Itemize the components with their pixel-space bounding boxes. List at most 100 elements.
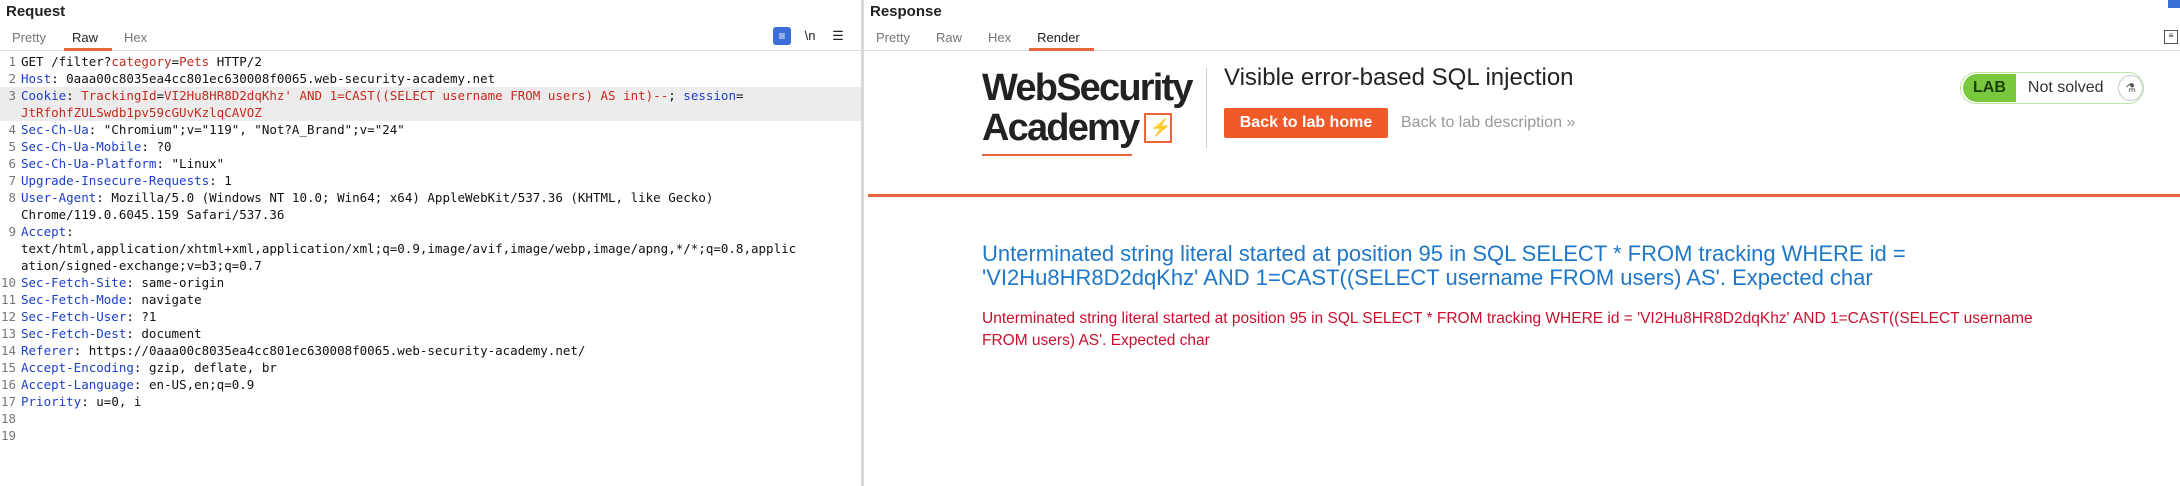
academy-logo[interactable]: WebSecurity Academy [982,68,1194,158]
lab-title: Visible error-based SQL injection [1224,64,1574,91]
code-token: GET /filter? [21,54,112,69]
back-to-lab-home-button[interactable]: Back to lab home [1224,108,1388,138]
code-token: Sec-Fetch-User [21,309,127,324]
code-token: Cookie [21,88,67,103]
line-number: 12 [0,309,16,324]
logo-divider [1206,68,1207,148]
code-line-content: Sec-Fetch-User: ?1 [21,308,861,325]
layout-icon[interactable]: ≡ [2164,30,2178,44]
line-number [0,206,21,223]
code-line[interactable]: ation/signed-exchange;v=b3;q=0.7 [0,257,861,274]
code-line[interactable]: 19 [0,427,861,444]
code-line-content: Accept: [21,223,861,240]
code-line-content: Upgrade-Insecure-Requests: 1 [21,172,861,189]
logo-bolt-icon [1144,113,1173,143]
code-token: JtRfohfZULSwdb1pv59cGUvKzlqCAVOZ [21,105,262,120]
code-line-content: Cookie: TrackingId=VI2Hu8HR8D2dqKhz' AND… [21,87,861,104]
request-tab-raw[interactable]: Raw [63,26,116,51]
wrap-toggle-icon[interactable]: ≡ [773,27,791,45]
panel-toggle-icon[interactable] [2168,0,2180,8]
code-token: = [171,54,180,69]
code-token: session [683,88,736,103]
code-token: : ?0 [141,139,172,154]
code-token: ; [668,88,684,103]
code-token: : 1 [209,173,232,188]
response-tab-hex[interactable]: Hex [980,26,1029,50]
code-token: Accept-Encoding [21,360,134,375]
line-number: 15 [0,360,16,375]
code-line[interactable]: 17 Priority: u=0, i [0,393,861,410]
code-line[interactable]: text/html,application/xhtml+xml,applicat… [0,240,861,257]
code-line-content: Sec-Ch-Ua-Mobile: ?0 [21,138,861,155]
code-line[interactable]: 1 GET /filter?category=Pets HTTP/2 [0,53,861,70]
response-tab-render[interactable]: Render [1029,26,1098,51]
code-token: : en-US,en;q=0.9 [133,377,255,392]
code-line[interactable]: 9 Accept: [0,223,861,240]
code-line[interactable]: 8 User-Agent: Mozilla/5.0 (Windows NT 10.… [0,189,861,206]
code-line[interactable]: 2 Host: 0aaa00c8035ea4cc801ec630008f0065.… [0,70,861,87]
line-number: 3 [8,88,16,103]
code-line[interactable]: 4 Sec-Ch-Ua: "Chromium";v="119", "Not?A_B… [0,121,861,138]
code-line[interactable]: 6 Sec-Ch-Ua-Platform: "Linux" [0,155,861,172]
code-token: : document [126,326,202,341]
code-line-content [21,427,861,444]
code-token: text/html,application/xhtml+xml,applicat… [21,241,797,256]
back-to-lab-description-link[interactable]: Back to lab description » [1401,114,1575,132]
code-line[interactable]: 15 Accept-Encoding: gzip, deflate, br [0,359,861,376]
code-token: Referer [21,343,74,358]
code-token: : same-origin [126,275,225,290]
code-line[interactable]: 13 Sec-Fetch-Dest: document [0,325,861,342]
line-number [0,104,21,121]
code-token: : "Linux" [156,156,225,171]
code-token: : "Chromium";v="119", "Not?A_Brand";v="2… [88,122,405,137]
flask-icon: ⚗ [2118,75,2143,101]
code-line-content: User-Agent: Mozilla/5.0 (Windows NT 10.0… [21,189,861,206]
code-token: Sec-Fetch-Site [21,275,127,290]
response-tab-pretty[interactable]: Pretty [868,26,928,50]
code-token: : [66,224,74,239]
line-number [0,257,21,274]
lab-status-text: Not solved [2027,79,2104,96]
line-number: 17 [0,394,16,409]
menu-icon[interactable]: ☰ [829,27,847,45]
code-token: Sec-Ch-Ua-Platform [21,156,157,171]
code-line[interactable]: JtRfohfZULSwdb1pv59cGUvKzlqCAVOZ [0,104,861,121]
newline-icon[interactable]: \n [801,27,819,45]
line-number: 4 [8,122,16,137]
code-line[interactable]: Chrome/119.0.6045.159 Safari/537.36 [0,206,861,223]
code-token: User-Agent [21,190,97,205]
code-line[interactable]: 18 [0,410,861,427]
code-token: : [66,88,82,103]
request-tab-hex[interactable]: Hex [116,26,165,50]
code-token: Upgrade-Insecure-Requests [21,173,210,188]
response-tab-raw[interactable]: Raw [928,26,980,50]
line-number: 18 [0,411,16,426]
code-line[interactable]: 5 Sec-Ch-Ua-Mobile: ?0 [0,138,861,155]
code-token: Accept-Language [21,377,134,392]
code-line[interactable]: 16 Accept-Language: en-US,en;q=0.9 [0,376,861,393]
code-line[interactable]: 12 Sec-Fetch-User: ?1 [0,308,861,325]
code-line-content: Sec-Fetch-Mode: navigate [21,291,861,308]
code-line-content: Sec-Ch-Ua: "Chromium";v="119", "Not?A_Br… [21,121,861,138]
line-number: 8 [8,190,16,205]
line-number: 16 [0,377,16,392]
code-line[interactable]: 14 Referer: https://0aaa00c8035ea4cc801ec… [0,342,861,359]
lab-banner: WebSecurity Academy Visible error-based … [868,52,2180,197]
code-line-content: ation/signed-exchange;v=b3;q=0.7 [21,257,861,274]
code-token: TrackingId [81,88,157,103]
code-line[interactable]: 11 Sec-Fetch-Mode: navigate [0,291,861,308]
response-title: Response [870,3,942,20]
code-token: category [111,54,172,69]
code-token: : ?1 [126,309,157,324]
code-line[interactable]: 3 Cookie: TrackingId=VI2Hu8HR8D2dqKhz' AN… [0,87,861,104]
code-line[interactable]: 10 Sec-Fetch-Site: same-origin [0,274,861,291]
error-detail: Unterminated string literal started at p… [982,310,2033,349]
code-line-content: Sec-Fetch-Site: same-origin [21,274,861,291]
code-line-content: Chrome/119.0.6045.159 Safari/537.36 [21,206,861,223]
code-line-content: Accept-Language: en-US,en;q=0.9 [21,376,861,393]
code-line[interactable]: 7 Upgrade-Insecure-Requests: 1 [0,172,861,189]
request-editor[interactable]: 1 GET /filter?category=Pets HTTP/2 2 Host: … [0,51,861,444]
code-token: Host [21,71,52,86]
code-token: Accept [21,224,67,239]
request-tab-pretty[interactable]: Pretty [4,26,64,50]
